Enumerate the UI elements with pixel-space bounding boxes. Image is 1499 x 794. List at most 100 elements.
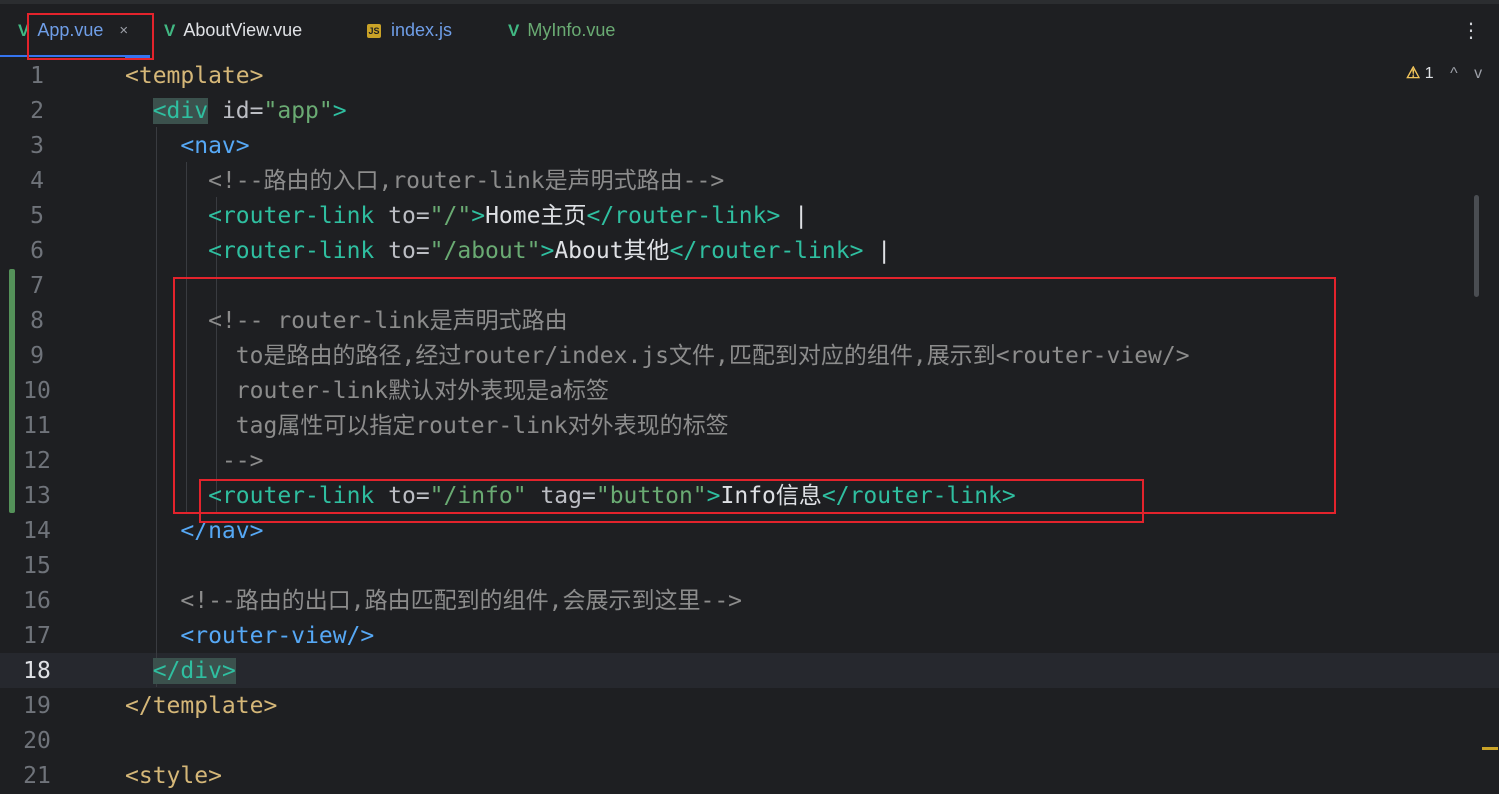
tab-label: MyInfo.vue	[527, 20, 616, 40]
line-number: 18	[23, 658, 51, 684]
code-token: |	[780, 203, 809, 229]
line-number: 6	[30, 238, 44, 264]
scrollbar-warning-mark	[1482, 747, 1498, 750]
code-token: <template>	[125, 63, 264, 89]
code-token: tag	[526, 483, 582, 509]
tab-aboutview-vue[interactable]: V AboutView.vue	[164, 4, 302, 57]
line-number: 8	[30, 308, 44, 334]
code-token: <div	[152, 98, 209, 124]
code-line: </template>	[125, 689, 277, 724]
close-tab-icon[interactable]: ×	[119, 22, 128, 39]
tab-label: AboutView.vue	[183, 20, 303, 40]
code-token: =	[415, 238, 430, 264]
code-token: <!--路由的出口,路由匹配到的组件,会展示到这里-->	[180, 588, 743, 614]
code-token: Home主页	[485, 203, 587, 229]
code-token: <router-link	[208, 203, 375, 229]
code-token: </template>	[125, 693, 278, 719]
tab-myinfo-vue[interactable]: V MyInfo.vue	[508, 4, 615, 57]
code-line: to是路由的路径,经过router/index.js文件,匹配到对应的组件,展示…	[125, 339, 1190, 374]
line-number: 12	[23, 448, 51, 474]
code-line: <nav>	[125, 129, 249, 164]
code-token: <!--路由的入口,router-link是声明式路由-->	[208, 168, 725, 194]
vertical-scrollbar[interactable]	[1474, 195, 1479, 297]
line-number: 13	[23, 483, 51, 509]
inspection-widget[interactable]: ⚠ 1 ^ v	[1406, 63, 1482, 83]
code-token: "/"	[429, 203, 472, 229]
code-token: router-link默认对外表现是a标签	[235, 378, 609, 404]
line-number: 19	[23, 693, 51, 719]
tab-app-vue[interactable]: V App.vue ×	[18, 4, 128, 57]
code-editor[interactable]: <template> <div id="app"> <nav> <!--路由的入…	[125, 57, 1499, 789]
line-number: 15	[23, 553, 51, 579]
code-token: </nav>	[180, 518, 264, 544]
code-token: id	[208, 98, 250, 124]
code-token: >	[540, 238, 555, 264]
editor-tab-bar: V App.vue × V AboutView.vue JS index.js …	[0, 0, 1499, 58]
line-number: 11	[23, 413, 51, 439]
code-token: <router-link	[208, 238, 375, 264]
code-token: <router-link	[208, 483, 375, 509]
line-number: 17	[23, 623, 51, 649]
code-token: =	[582, 483, 596, 509]
warning-icon: ⚠	[1406, 65, 1421, 82]
code-line: </nav>	[125, 514, 263, 549]
previous-highlight-icon[interactable]: ^	[1450, 65, 1458, 82]
line-number: 5	[30, 203, 44, 229]
code-token: "/about"	[429, 238, 541, 264]
code-token: tag属性可以指定router-link对外表现的标签	[235, 413, 729, 439]
code-token: <style>	[125, 763, 222, 789]
code-line: <template>	[125, 59, 263, 94]
code-token: to	[374, 483, 416, 509]
tab-index-js[interactable]: JS index.js	[367, 4, 452, 57]
code-token: </router-link>	[669, 238, 864, 264]
code-line: -->	[125, 444, 264, 479]
code-line: <router-view/>	[125, 619, 374, 654]
code-token: <router-view/>	[180, 623, 375, 649]
vue-file-icon: V	[508, 20, 520, 40]
line-number: 14	[23, 518, 51, 544]
code-line: </div>	[125, 654, 236, 689]
code-line: <router-link to="/about">About其他</router…	[125, 234, 891, 269]
code-token: "button"	[595, 483, 707, 509]
tab-label: index.js	[391, 20, 453, 40]
code-line: <router-link to="/">Home主页</router-link>…	[125, 199, 808, 234]
code-token: =	[415, 483, 430, 509]
code-token: -->	[221, 448, 264, 474]
code-line: <!--路由的出口,路由匹配到的组件,会展示到这里-->	[125, 584, 742, 619]
line-number: 16	[23, 588, 51, 614]
next-highlight-icon[interactable]: v	[1474, 65, 1482, 82]
code-token: </div>	[152, 658, 236, 684]
code-line: tag属性可以指定router-link对外表现的标签	[125, 409, 729, 444]
code-token: to是路由的路径,经过router/index.js文件,匹配到对应的组件,展示…	[235, 343, 1190, 369]
code-token: Info信息	[720, 483, 822, 509]
code-token: >	[706, 483, 721, 509]
js-file-icon: JS	[367, 23, 381, 38]
line-number: 1	[30, 63, 44, 89]
code-token: About其他	[554, 238, 670, 264]
line-number: 20	[23, 728, 51, 754]
current-line-highlight	[125, 653, 1499, 688]
code-token: =	[249, 98, 264, 124]
line-number: 4	[30, 168, 44, 194]
code-token: =	[415, 203, 430, 229]
line-number: 9	[30, 343, 44, 369]
code-line: router-link默认对外表现是a标签	[125, 374, 609, 409]
code-token: "/info"	[429, 483, 527, 509]
more-options-icon[interactable]: ⋮	[1461, 18, 1481, 43]
code-token: |	[863, 238, 892, 264]
code-token: to	[374, 238, 416, 264]
code-line: <router-link to="/info" tag="button">Inf…	[125, 479, 1016, 514]
code-line: <div id="app">	[125, 94, 347, 129]
